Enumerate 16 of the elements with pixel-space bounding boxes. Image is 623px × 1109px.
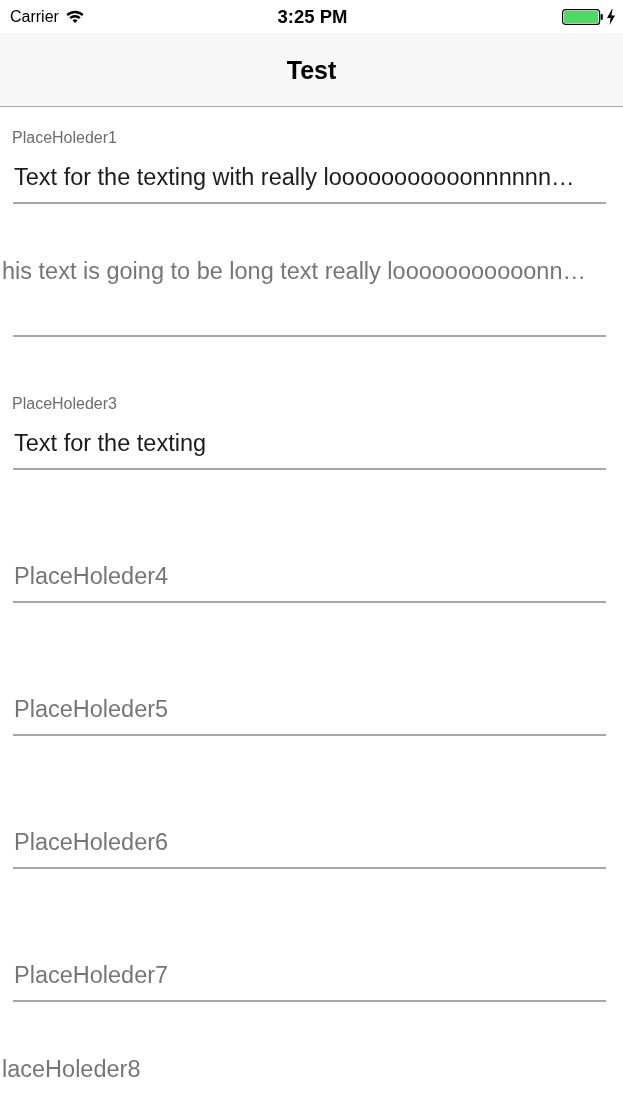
battery-icon — [562, 8, 603, 25]
lightning-bolt-icon — [607, 8, 615, 25]
carrier-name: Carrier — [10, 6, 59, 27]
input-field[interactable]: PlaceHoleder4 — [13, 551, 606, 603]
input-field[interactable]: PlaceHoleder7 — [13, 950, 606, 1002]
placeholder-text: his text is going to be long text really looooooooooonn… — [2, 257, 586, 285]
floating-label: PlaceHoleder1 — [12, 128, 117, 148]
input-field[interactable]: PlaceHoleder6 — [13, 817, 606, 869]
placeholder-text: laceHoleder8 — [2, 1055, 141, 1083]
input-field[interactable]: Text for the texting with really looooooooooonnnnnn… — [13, 152, 606, 204]
nav-title: Test — [286, 54, 337, 85]
input-field[interactable]: Text for the texting — [13, 418, 606, 470]
wifi-icon — [65, 10, 84, 23]
floating-label: PlaceHoleder3 — [12, 394, 117, 414]
status-time: 3:25 PM — [277, 5, 348, 28]
input-field[interactable]: PlaceHoleder5 — [13, 684, 606, 736]
